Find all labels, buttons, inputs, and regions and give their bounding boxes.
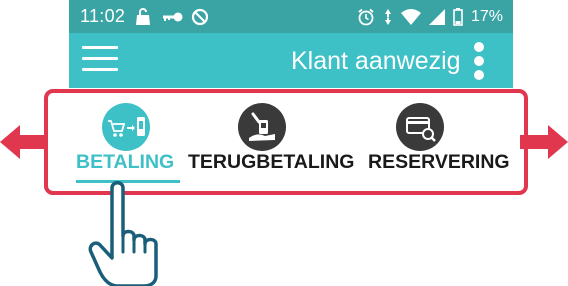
- refund-hand-icon: [238, 103, 286, 151]
- status-time: 11:02: [80, 6, 126, 26]
- tab-label: RESERVERING: [368, 151, 510, 173]
- battery-percentage: 17%: [470, 7, 503, 25]
- battery-icon: [453, 7, 463, 26]
- more-vertical-icon[interactable]: [471, 42, 487, 80]
- no-signal-icon: [191, 8, 209, 26]
- arrow-right-icon: [520, 125, 568, 159]
- tab-label: BETALING: [76, 151, 175, 173]
- key-icon: [161, 10, 183, 24]
- tab-terugbetaling[interactable]: TERUGBETALING: [188, 93, 354, 191]
- cart-to-phone-icon: [102, 103, 150, 151]
- signal-icon: [428, 8, 445, 25]
- card-search-icon: [396, 103, 444, 151]
- tab-reservering[interactable]: RESERVERING: [352, 93, 510, 191]
- bag-icon: [133, 7, 153, 26]
- page-title: Klant aanwezig: [291, 47, 461, 75]
- hamburger-menu-icon[interactable]: [82, 45, 118, 73]
- alarm-icon: [357, 8, 375, 26]
- tab-label: TERUGBETALING: [188, 151, 355, 173]
- data-icon: [383, 8, 393, 26]
- arrow-left-icon: [0, 125, 48, 159]
- app-bar: Klant aanwezig: [69, 33, 513, 88]
- pointing-hand-icon: [88, 181, 158, 286]
- tab-betaling[interactable]: BETALING: [72, 93, 182, 191]
- wifi-icon: [400, 8, 421, 25]
- status-bar: 11:02 17%: [69, 0, 513, 33]
